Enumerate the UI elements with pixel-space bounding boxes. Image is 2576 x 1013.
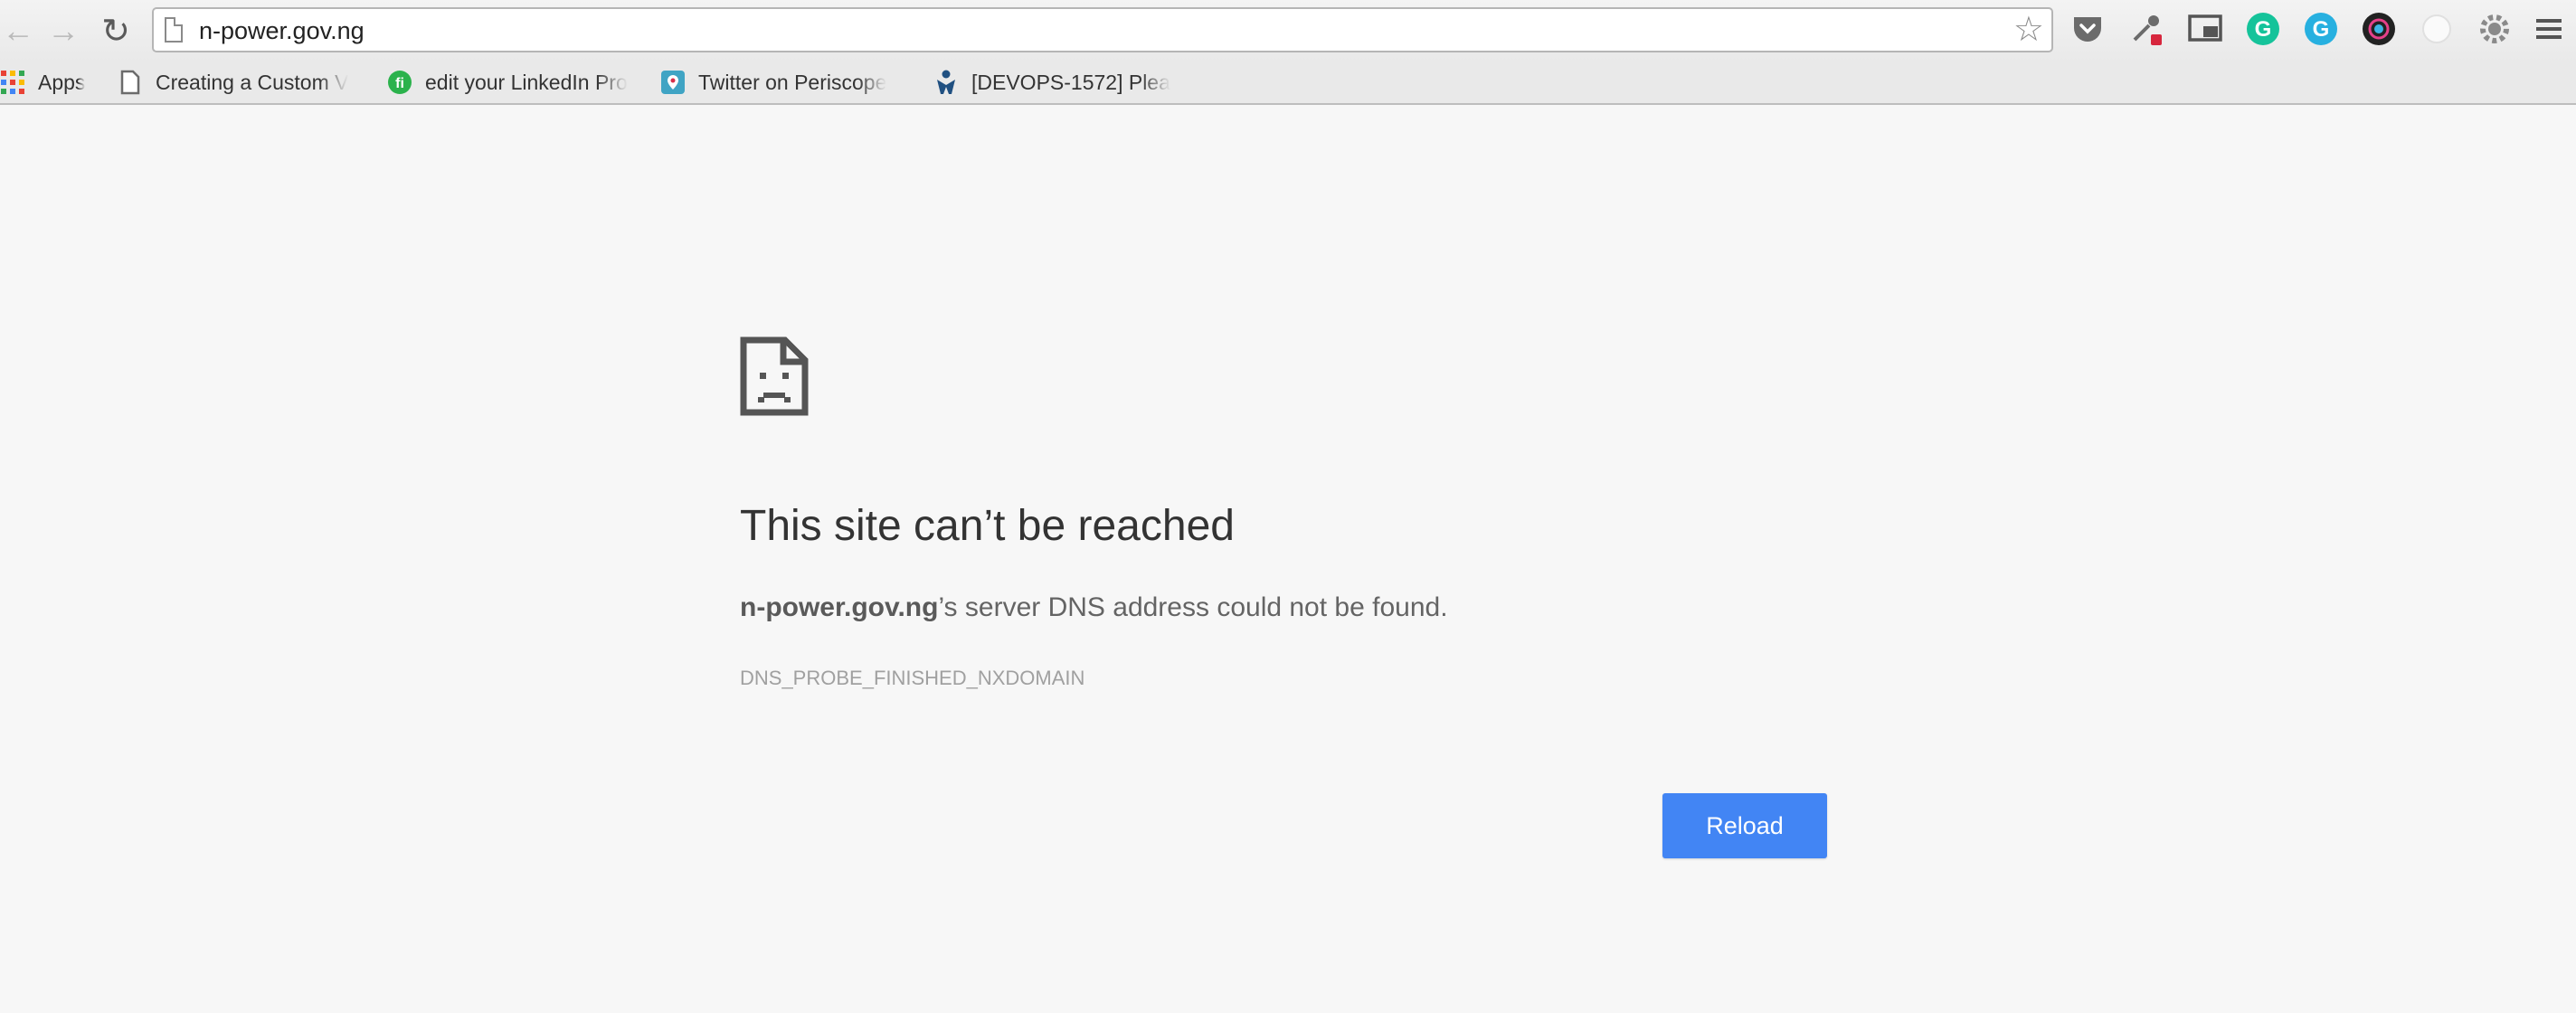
- sad-page-icon: [740, 336, 809, 416]
- bookmark-apps[interactable]: Apps: [0, 65, 99, 99]
- grammarly-alt-icon[interactable]: G: [2303, 11, 2339, 47]
- reload-button[interactable]: Reload: [1662, 793, 1827, 858]
- back-arrow-icon[interactable]: ←: [0, 12, 36, 49]
- cast-icon[interactable]: [2187, 11, 2223, 47]
- periscope-icon: [660, 70, 686, 95]
- bookmark-devops[interactable]: [DEVOPS-1572] Plea: [933, 65, 1187, 99]
- browser-toolbar: ← → ↻ n-power.gov.ng ☆ G G: [0, 0, 2576, 62]
- error-description: n-power.gov.ng’s server DNS address coul…: [740, 590, 1448, 626]
- bookmark-label: edit your LinkedIn Pro: [425, 70, 628, 94]
- address-bar[interactable]: n-power.gov.ng ☆: [152, 7, 2053, 52]
- svg-text:G: G: [2255, 17, 2272, 42]
- bookmark-creating-custom[interactable]: Creating a Custom V: [118, 65, 364, 99]
- bookmark-label: Twitter on Periscope: [698, 70, 887, 94]
- error-title: This site can’t be reached: [740, 502, 1235, 550]
- bookmark-linkedin[interactable]: fi edit your LinkedIn Pro: [387, 65, 637, 99]
- blank-extension-icon[interactable]: [2419, 11, 2455, 47]
- bookmark-label: Apps: [38, 70, 86, 94]
- error-code: DNS_PROBE_FINISHED_NXDOMAIN: [740, 667, 1085, 689]
- error-message: ’s server DNS address could not be found…: [938, 592, 1448, 622]
- color-picker-icon[interactable]: [2129, 11, 2165, 47]
- green-badge-icon: fi: [387, 70, 412, 95]
- jira-icon: [933, 70, 959, 95]
- bookmark-periscope[interactable]: Twitter on Periscope: [660, 65, 906, 99]
- menu-icon[interactable]: [2531, 11, 2567, 47]
- address-bar-url[interactable]: n-power.gov.ng: [199, 16, 365, 45]
- reload-icon[interactable]: ↻: [98, 13, 134, 51]
- pocket-icon[interactable]: [2069, 11, 2106, 47]
- forward-arrow-icon[interactable]: →: [45, 12, 81, 49]
- settings-gear-icon[interactable]: [2477, 11, 2513, 47]
- camera-icon[interactable]: [2361, 11, 2397, 47]
- error-host: n-power.gov.ng: [740, 592, 939, 622]
- bookmark-label: [DEVOPS-1572] Plea: [971, 70, 1170, 94]
- grammarly-icon[interactable]: G: [2245, 11, 2281, 47]
- page-icon: [118, 70, 143, 95]
- bookmark-star-icon[interactable]: ☆: [2013, 12, 2044, 48]
- svg-text:fi: fi: [395, 76, 404, 91]
- apps-grid-icon: [0, 70, 25, 95]
- bookmarks-bar: Apps Creating a Custom V fi edit your Li…: [0, 62, 2576, 105]
- page-icon: [165, 17, 183, 43]
- bookmark-label: Creating a Custom V: [156, 70, 349, 94]
- svg-text:G: G: [2313, 17, 2330, 42]
